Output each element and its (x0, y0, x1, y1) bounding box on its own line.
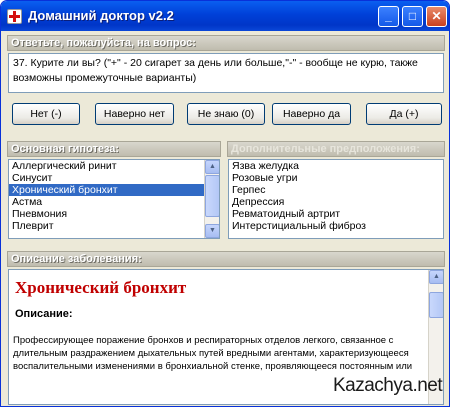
list-item[interactable]: Герпес (229, 184, 443, 196)
answer-yes-button[interactable]: Да (+) (366, 103, 442, 125)
maximize-button[interactable]: □ (402, 6, 423, 27)
list-item[interactable]: Плеврит (9, 220, 219, 232)
list-item-selected[interactable]: Хронический бронхит (9, 184, 219, 196)
scroll-down-arrow-icon[interactable]: ▼ (205, 224, 219, 238)
description-label: Описание: (15, 308, 73, 320)
description-header: Описание заболевания: (7, 251, 445, 267)
scroll-thumb[interactable] (205, 175, 219, 217)
close-button[interactable]: ✕ (426, 6, 447, 27)
answer-probably-no-button[interactable]: Наверно нет (95, 103, 174, 125)
title-bar[interactable]: Домашний доктор v2.2 _ □ ✕ (1, 1, 449, 31)
list-item[interactable]: Пневмония (9, 208, 219, 220)
list-item[interactable]: Язва желудка (229, 160, 443, 172)
minimize-button[interactable]: _ (378, 6, 399, 27)
scroll-thumb[interactable] (429, 292, 443, 318)
window-title: Домашний доктор v2.2 (28, 8, 174, 23)
disease-title: Хронический бронхит (15, 278, 187, 297)
app-cross-icon (7, 9, 22, 24)
app-window: Домашний доктор v2.2 _ □ ✕ Ответьте, пож… (0, 0, 450, 407)
question-header: Ответьте, пожалуйста, на вопрос: (7, 35, 445, 51)
answer-probably-yes-button[interactable]: Наверно да (272, 103, 351, 125)
scroll-up-arrow-icon[interactable]: ▲ (429, 270, 443, 284)
list-item[interactable]: Депрессия (229, 196, 443, 208)
list-item[interactable]: Интерстициальный фиброз (229, 220, 443, 232)
list-item[interactable]: Синусит (9, 172, 219, 184)
list-item[interactable]: Астма (9, 196, 219, 208)
answer-dont-know-button[interactable]: Не знаю (0) (187, 103, 265, 125)
main-hypothesis-header: Основная гипотеза: (7, 141, 221, 157)
main-hypothesis-list[interactable]: Аллергический ринит Синусит Хронический … (8, 159, 220, 239)
question-text: 37. Курите ли вы? ("+" - 20 сигарет за д… (8, 53, 444, 93)
hypothesis-scrollbar[interactable]: ▲ ▼ (204, 160, 219, 238)
list-item[interactable]: Розовые угри (229, 172, 443, 184)
list-item[interactable]: Ревматоидный артрит (229, 208, 443, 220)
scroll-up-arrow-icon[interactable]: ▲ (205, 160, 219, 174)
list-item[interactable]: Аллергический ринит (9, 160, 219, 172)
additional-list[interactable]: Язва желудка Розовые угри Герпес Депресс… (228, 159, 444, 239)
description-body: Профессирующее поражение бронхов и респи… (13, 335, 413, 372)
additional-header: Дополнительные предположения: (227, 141, 445, 157)
answer-no-button[interactable]: Нет (-) (12, 103, 80, 125)
watermark: Kazachya.net (333, 375, 443, 396)
